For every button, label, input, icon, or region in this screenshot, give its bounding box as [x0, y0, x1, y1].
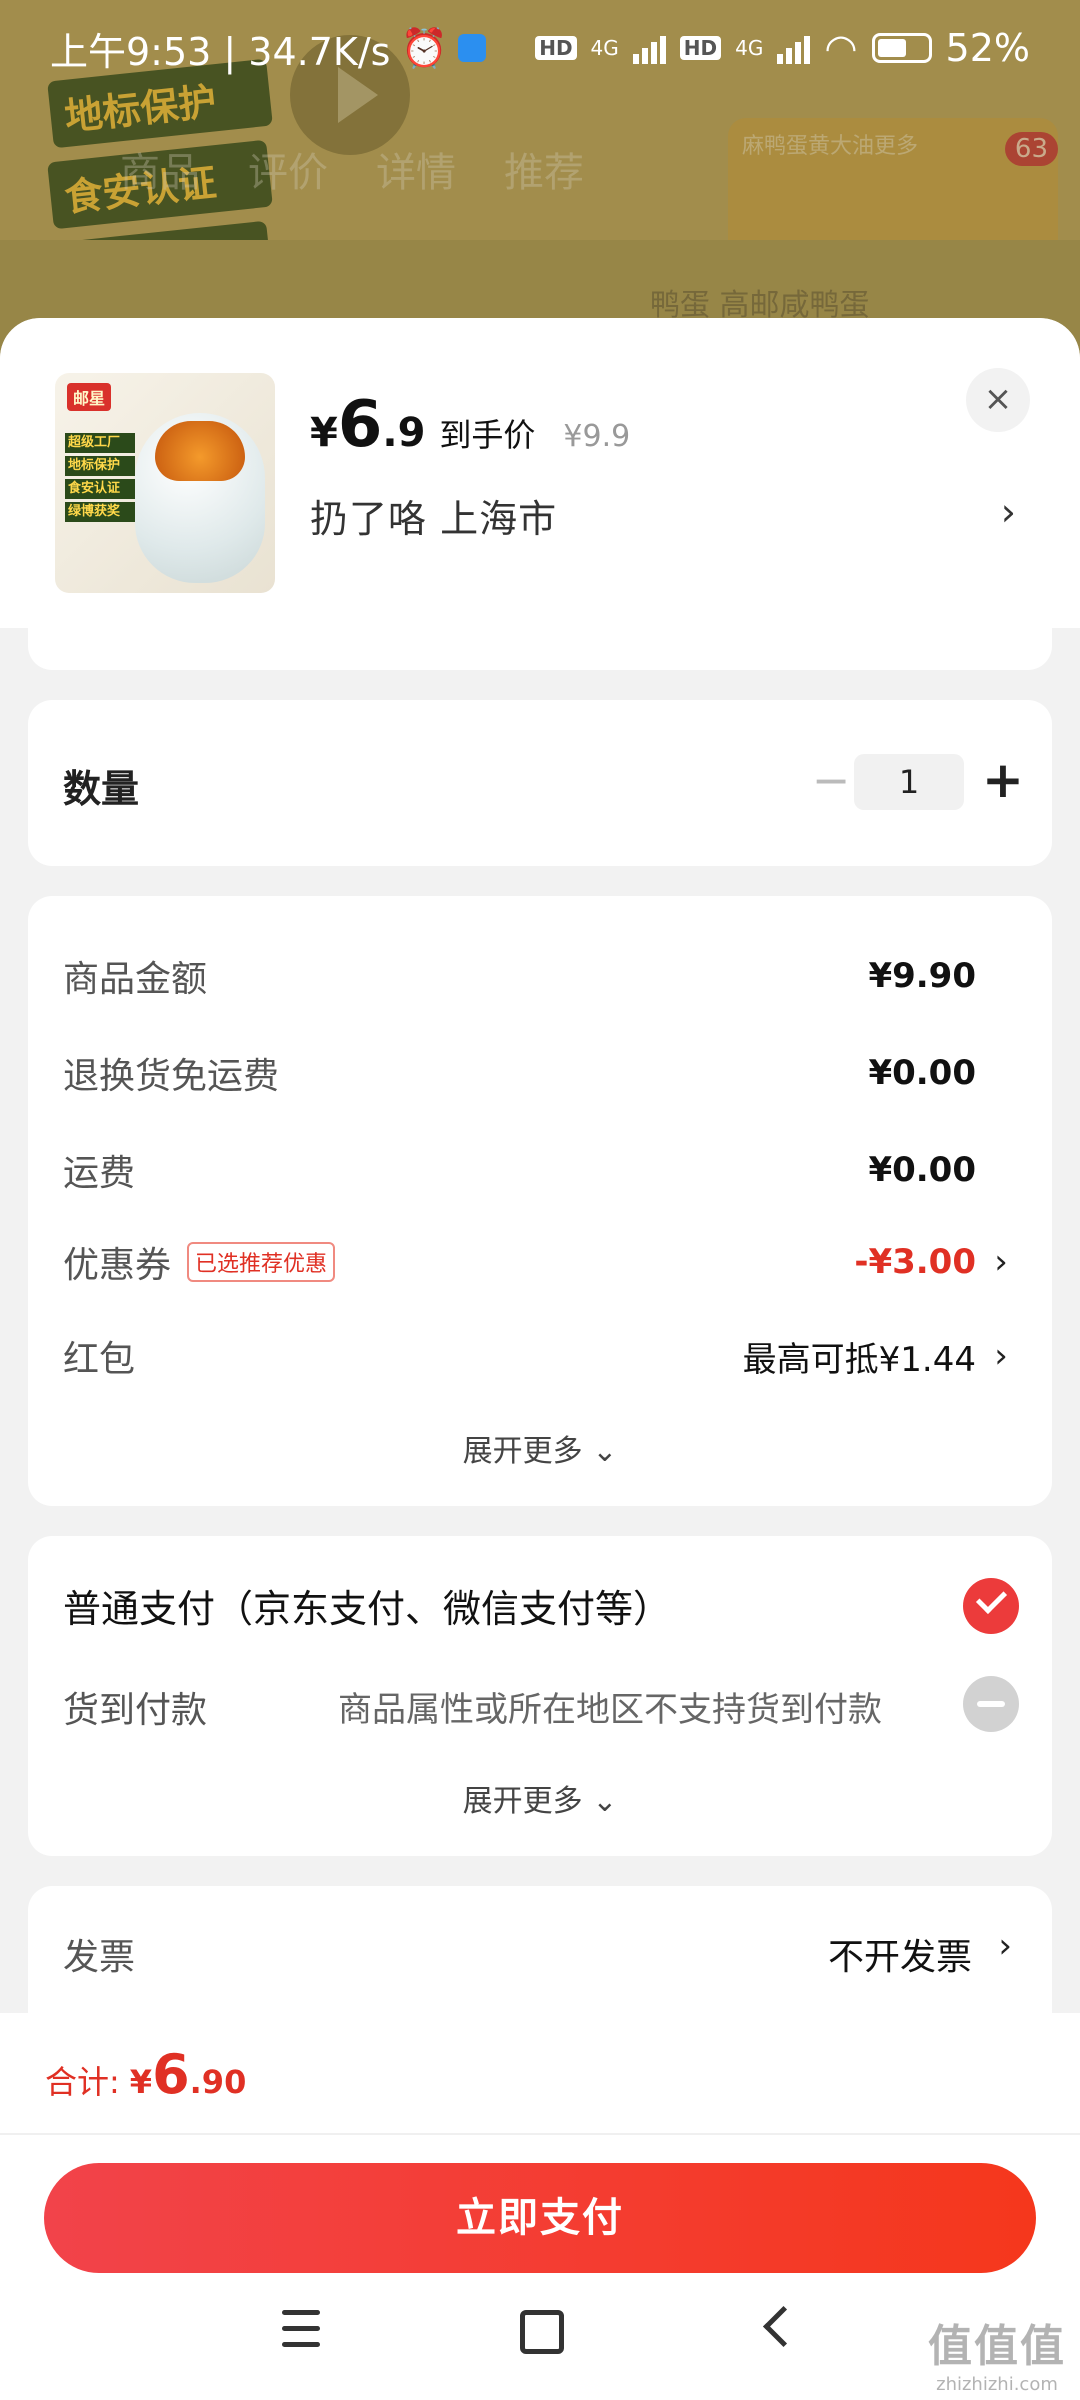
shipping-row: 运费 ¥0.00 [63, 1140, 1012, 1200]
disabled-icon [963, 1676, 1019, 1732]
shipping-value: ¥0.00 [868, 1150, 976, 1190]
invoice-value: 不开发票 [827, 1937, 972, 1978]
status-bar: 上午9:53 | 34.7K/s ⏰ HD 4G HD 4G ◠ 52% [0, 0, 1080, 96]
hd-icon: HD [679, 36, 722, 60]
product-header: 邮星 超级工厂 地标保护 食安认证 绿博获奖 ¥ 6 .9 到手价 ¥9.9 扔… [0, 318, 1080, 628]
network-type: 4G [590, 36, 619, 60]
quantity-input[interactable]: 1 [854, 754, 964, 810]
price-decimal: .9 [382, 410, 426, 456]
product-thumbnail[interactable]: 邮星 超级工厂 地标保护 食安认证 绿博获奖 [55, 373, 275, 593]
signal-icon [777, 32, 811, 64]
cash-on-delivery-note: 商品属性或所在地区不支持货到付款 [338, 1690, 882, 1730]
chevron-right-icon: › [994, 1336, 1008, 1376]
system-nav-bar [0, 2260, 1080, 2400]
final-price: ¥ 6 .9 到手价 ¥9.9 [310, 388, 630, 462]
expand-more-button[interactable]: 展开更多 ⌄ [28, 1776, 1052, 1820]
collapsed-card-strip [28, 618, 1052, 670]
menu-icon[interactable] [262, 2300, 342, 2360]
expand-more-button[interactable]: 展开更多 ⌄ [28, 1426, 1052, 1470]
watermark-logo: 值值值 [928, 2321, 1066, 2372]
coupon-value: -¥3.00 [854, 1242, 976, 1282]
coupon-label: 优惠券 [63, 1245, 172, 1286]
total-decimal: .90 [189, 2063, 247, 2101]
cash-on-delivery-label: 货到付款 [63, 1690, 208, 1731]
checkout-sheet: 邮星 超级工厂 地标保护 食安认证 绿博获奖 ¥ 6 .9 到手价 ¥9.9 扔… [0, 318, 1080, 2400]
hd-icon: HD [535, 36, 577, 60]
total-integer: 6 [152, 2043, 190, 2106]
app-notification-icon [457, 34, 486, 62]
payment-method-card: 普通支付（京东支付、微信支付等） 货到付款 商品属性或所在地区不支持货到付款 展… [28, 1536, 1052, 1856]
original-price: ¥9.9 [563, 419, 631, 454]
red-packet-row[interactable]: 红包 最高可抵¥1.44 › [63, 1326, 1012, 1386]
return-shipping-value: ¥0.00 [868, 1053, 976, 1093]
back-icon[interactable] [735, 2300, 815, 2360]
alarm-icon: ⏰ [400, 25, 448, 70]
thumbnail-label: 超级工厂 [65, 433, 135, 453]
coupon-row[interactable]: 优惠券 已选推荐优惠 -¥3.00 › [63, 1232, 1012, 1292]
price-integer: 6 [337, 388, 383, 462]
thumbnail-label: 绿博获奖 [65, 502, 135, 522]
check-icon[interactable] [963, 1578, 1019, 1634]
price-tag: 到手价 [439, 416, 536, 454]
shipping-address[interactable]: 扔了咯 上海市 [310, 488, 557, 543]
status-time: 上午9:53 | 34.7K/s [50, 29, 391, 74]
shipping-label: 运费 [63, 1153, 136, 1194]
watermark-url: zhizhizhi.com [936, 2374, 1058, 2395]
goods-amount-value: ¥9.90 [868, 956, 976, 996]
total-label: 合计: [45, 2063, 120, 2101]
return-shipping-row: 退换货免运费 ¥0.00 [63, 1043, 1012, 1103]
battery-icon [871, 33, 932, 63]
red-packet-label: 红包 [63, 1339, 136, 1380]
increase-button[interactable]: + [978, 750, 1028, 810]
coupon-badge: 已选推荐优惠 [187, 1242, 336, 1282]
quantity-card: 数量 − 1 + [28, 700, 1052, 866]
total-currency: ¥ [129, 2063, 153, 2101]
home-icon[interactable] [498, 2300, 578, 2360]
goods-amount-label: 商品金额 [63, 959, 208, 1000]
chevron-right-icon[interactable]: › [1001, 490, 1016, 534]
thumbnail-labels: 超级工厂 地标保护 食安认证 绿博获奖 [65, 433, 135, 525]
wifi-icon: ◠ [824, 26, 858, 70]
return-shipping-label: 退换货免运费 [63, 1056, 280, 1097]
signal-icon [632, 32, 666, 64]
normal-payment-option[interactable]: 普通支付（京东支付、微信支付等） [63, 1578, 671, 1633]
network-type: 4G [735, 36, 764, 60]
thumbnail-label: 食安认证 [65, 479, 135, 499]
price-currency: ¥ [310, 410, 338, 456]
watermark: 值值值 zhizhizhi.com [928, 2310, 1066, 2395]
fee-summary-card: 商品金额 ¥9.90 退换货免运费 ¥0.00 运费 ¥0.00 优惠券 已选推… [28, 896, 1052, 1506]
quantity-label: 数量 [63, 767, 140, 811]
close-button[interactable]: × [966, 368, 1030, 432]
chevron-right-icon: › [998, 1926, 1012, 1966]
divider [0, 2133, 1080, 2135]
red-packet-value: 最高可抵¥1.44 [742, 1339, 976, 1380]
yolk-image [155, 421, 245, 481]
total-amount: 合计: ¥ 6 .90 [45, 2043, 246, 2106]
brand-logo: 邮星 [67, 383, 112, 411]
chevron-right-icon: › [994, 1242, 1008, 1282]
decrease-button[interactable]: − [806, 752, 856, 812]
goods-amount-row: 商品金额 ¥9.90 [63, 946, 1012, 1006]
pay-now-button[interactable]: 立即支付 [44, 2163, 1036, 2273]
battery-percent: 52% [945, 26, 1030, 70]
invoice-label: 发票 [63, 1937, 136, 1978]
thumbnail-label: 地标保护 [65, 456, 135, 476]
